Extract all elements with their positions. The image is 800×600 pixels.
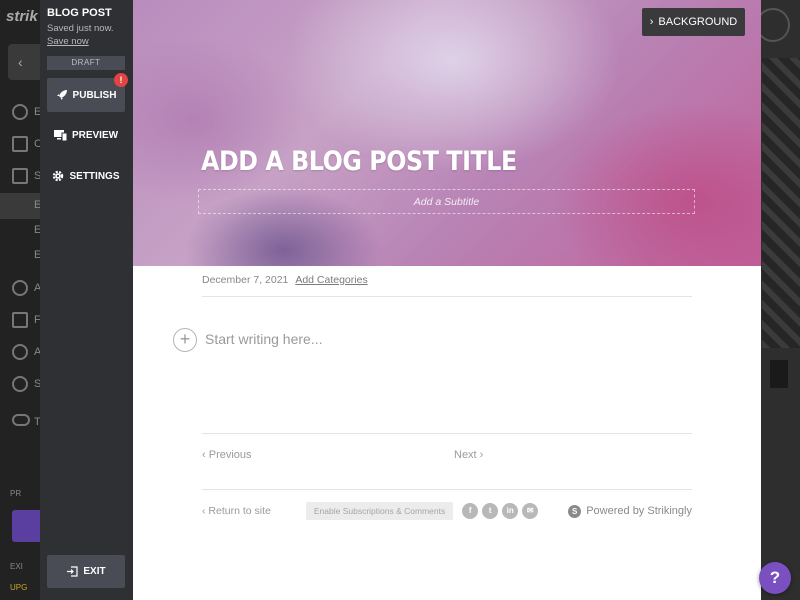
return-to-site-link[interactable]: ‹ Return to site bbox=[202, 505, 271, 517]
publish-alert-badge: ! bbox=[114, 73, 128, 87]
edit-icon bbox=[12, 168, 28, 184]
publish-label: PUBLISH bbox=[72, 89, 117, 101]
next-label: Next bbox=[454, 449, 477, 461]
email-icon[interactable]: ✉ bbox=[522, 503, 539, 519]
chevron-right-icon: › bbox=[649, 16, 654, 28]
previous-label: Previous bbox=[208, 449, 252, 461]
divider bbox=[202, 433, 692, 434]
return-label: Return to site bbox=[208, 505, 271, 517]
megaphone-icon bbox=[12, 312, 28, 328]
toggle-icon bbox=[12, 414, 30, 426]
background-image bbox=[762, 58, 800, 348]
dollar-icon bbox=[12, 104, 28, 120]
facebook-icon[interactable]: f bbox=[462, 503, 479, 519]
editor-sidebar: BLOG POST Saved just now. Save now DRAFT… bbox=[40, 0, 133, 600]
gear-icon bbox=[52, 170, 64, 182]
store-icon bbox=[12, 136, 28, 152]
settings-button[interactable]: SETTINGS bbox=[47, 159, 125, 193]
background-button-label: BACKGROUND bbox=[658, 16, 738, 28]
enable-subscriptions-button[interactable]: Enable Subscriptions & Comments bbox=[305, 502, 454, 520]
post-date: December 7, 2021 bbox=[202, 274, 289, 286]
blog-post-editor: › BACKGROUND ADD A BLOG POST TITLE Add a… bbox=[133, 0, 761, 600]
chevron-right-icon: › bbox=[476, 449, 484, 461]
preview-button[interactable]: PREVIEW bbox=[47, 118, 125, 152]
draft-badge: DRAFT bbox=[47, 56, 125, 70]
powered-by[interactable]: S Powered by Strikingly bbox=[568, 504, 692, 518]
chevron-left-icon: ‹ bbox=[202, 449, 209, 461]
background-sidebar: strik ‹ E C S E E E A F A S T PR EXI UPG bbox=[0, 0, 42, 600]
background-circle bbox=[756, 8, 790, 42]
help-button[interactable]: ? bbox=[759, 562, 791, 594]
powered-by-label: Powered by Strikingly bbox=[586, 505, 692, 517]
exit-label: EXIT bbox=[83, 566, 106, 577]
rocket-icon bbox=[56, 89, 68, 101]
twitter-icon[interactable]: t bbox=[482, 503, 499, 519]
social-share: f t in ✉ bbox=[462, 503, 539, 519]
saved-status: Saved just now. bbox=[47, 23, 114, 34]
strikingly-logo-icon: S bbox=[568, 504, 582, 518]
background-button[interactable]: › BACKGROUND bbox=[642, 8, 745, 36]
post-footer: ‹ Return to site Enable Subscriptions & … bbox=[202, 502, 692, 520]
background-small-text: EXI bbox=[10, 562, 23, 571]
post-meta: December 7, 2021 Add Categories bbox=[202, 274, 368, 286]
next-post-link[interactable]: Next › bbox=[454, 449, 483, 461]
background-purple-button bbox=[12, 510, 40, 542]
exit-button[interactable]: EXIT bbox=[47, 555, 125, 588]
publish-button[interactable]: PUBLISH ! bbox=[47, 73, 128, 112]
users-icon bbox=[12, 280, 28, 296]
post-title[interactable]: ADD A BLOG POST TITLE bbox=[201, 146, 517, 177]
save-now-link[interactable]: Save now bbox=[47, 36, 89, 47]
body-editor[interactable]: Start writing here... bbox=[205, 331, 323, 347]
linkedin-icon[interactable]: in bbox=[502, 503, 519, 519]
divider bbox=[202, 489, 692, 490]
sidebar-title: BLOG POST bbox=[47, 7, 112, 19]
hero-banner[interactable]: › BACKGROUND ADD A BLOG POST TITLE Add a… bbox=[133, 0, 761, 266]
divider bbox=[202, 296, 692, 297]
exit-icon bbox=[66, 566, 78, 577]
preview-label: PREVIEW bbox=[71, 129, 119, 141]
settings-label: SETTINGS bbox=[69, 170, 120, 182]
previous-post-link[interactable]: ‹ Previous bbox=[202, 449, 252, 461]
add-categories-link[interactable]: Add Categories bbox=[295, 274, 367, 286]
background-button bbox=[770, 360, 788, 388]
add-content-button[interactable]: + bbox=[173, 328, 197, 352]
subtitle-input[interactable]: Add a Subtitle bbox=[198, 189, 695, 214]
background-logo: strik bbox=[6, 8, 38, 25]
chart-icon bbox=[12, 344, 28, 360]
background-small-text: UPG bbox=[10, 583, 28, 592]
background-small-text: PR bbox=[10, 489, 22, 498]
background-back-button: ‹ bbox=[8, 44, 40, 80]
gear-icon bbox=[12, 376, 28, 392]
preview-icon bbox=[53, 129, 67, 141]
